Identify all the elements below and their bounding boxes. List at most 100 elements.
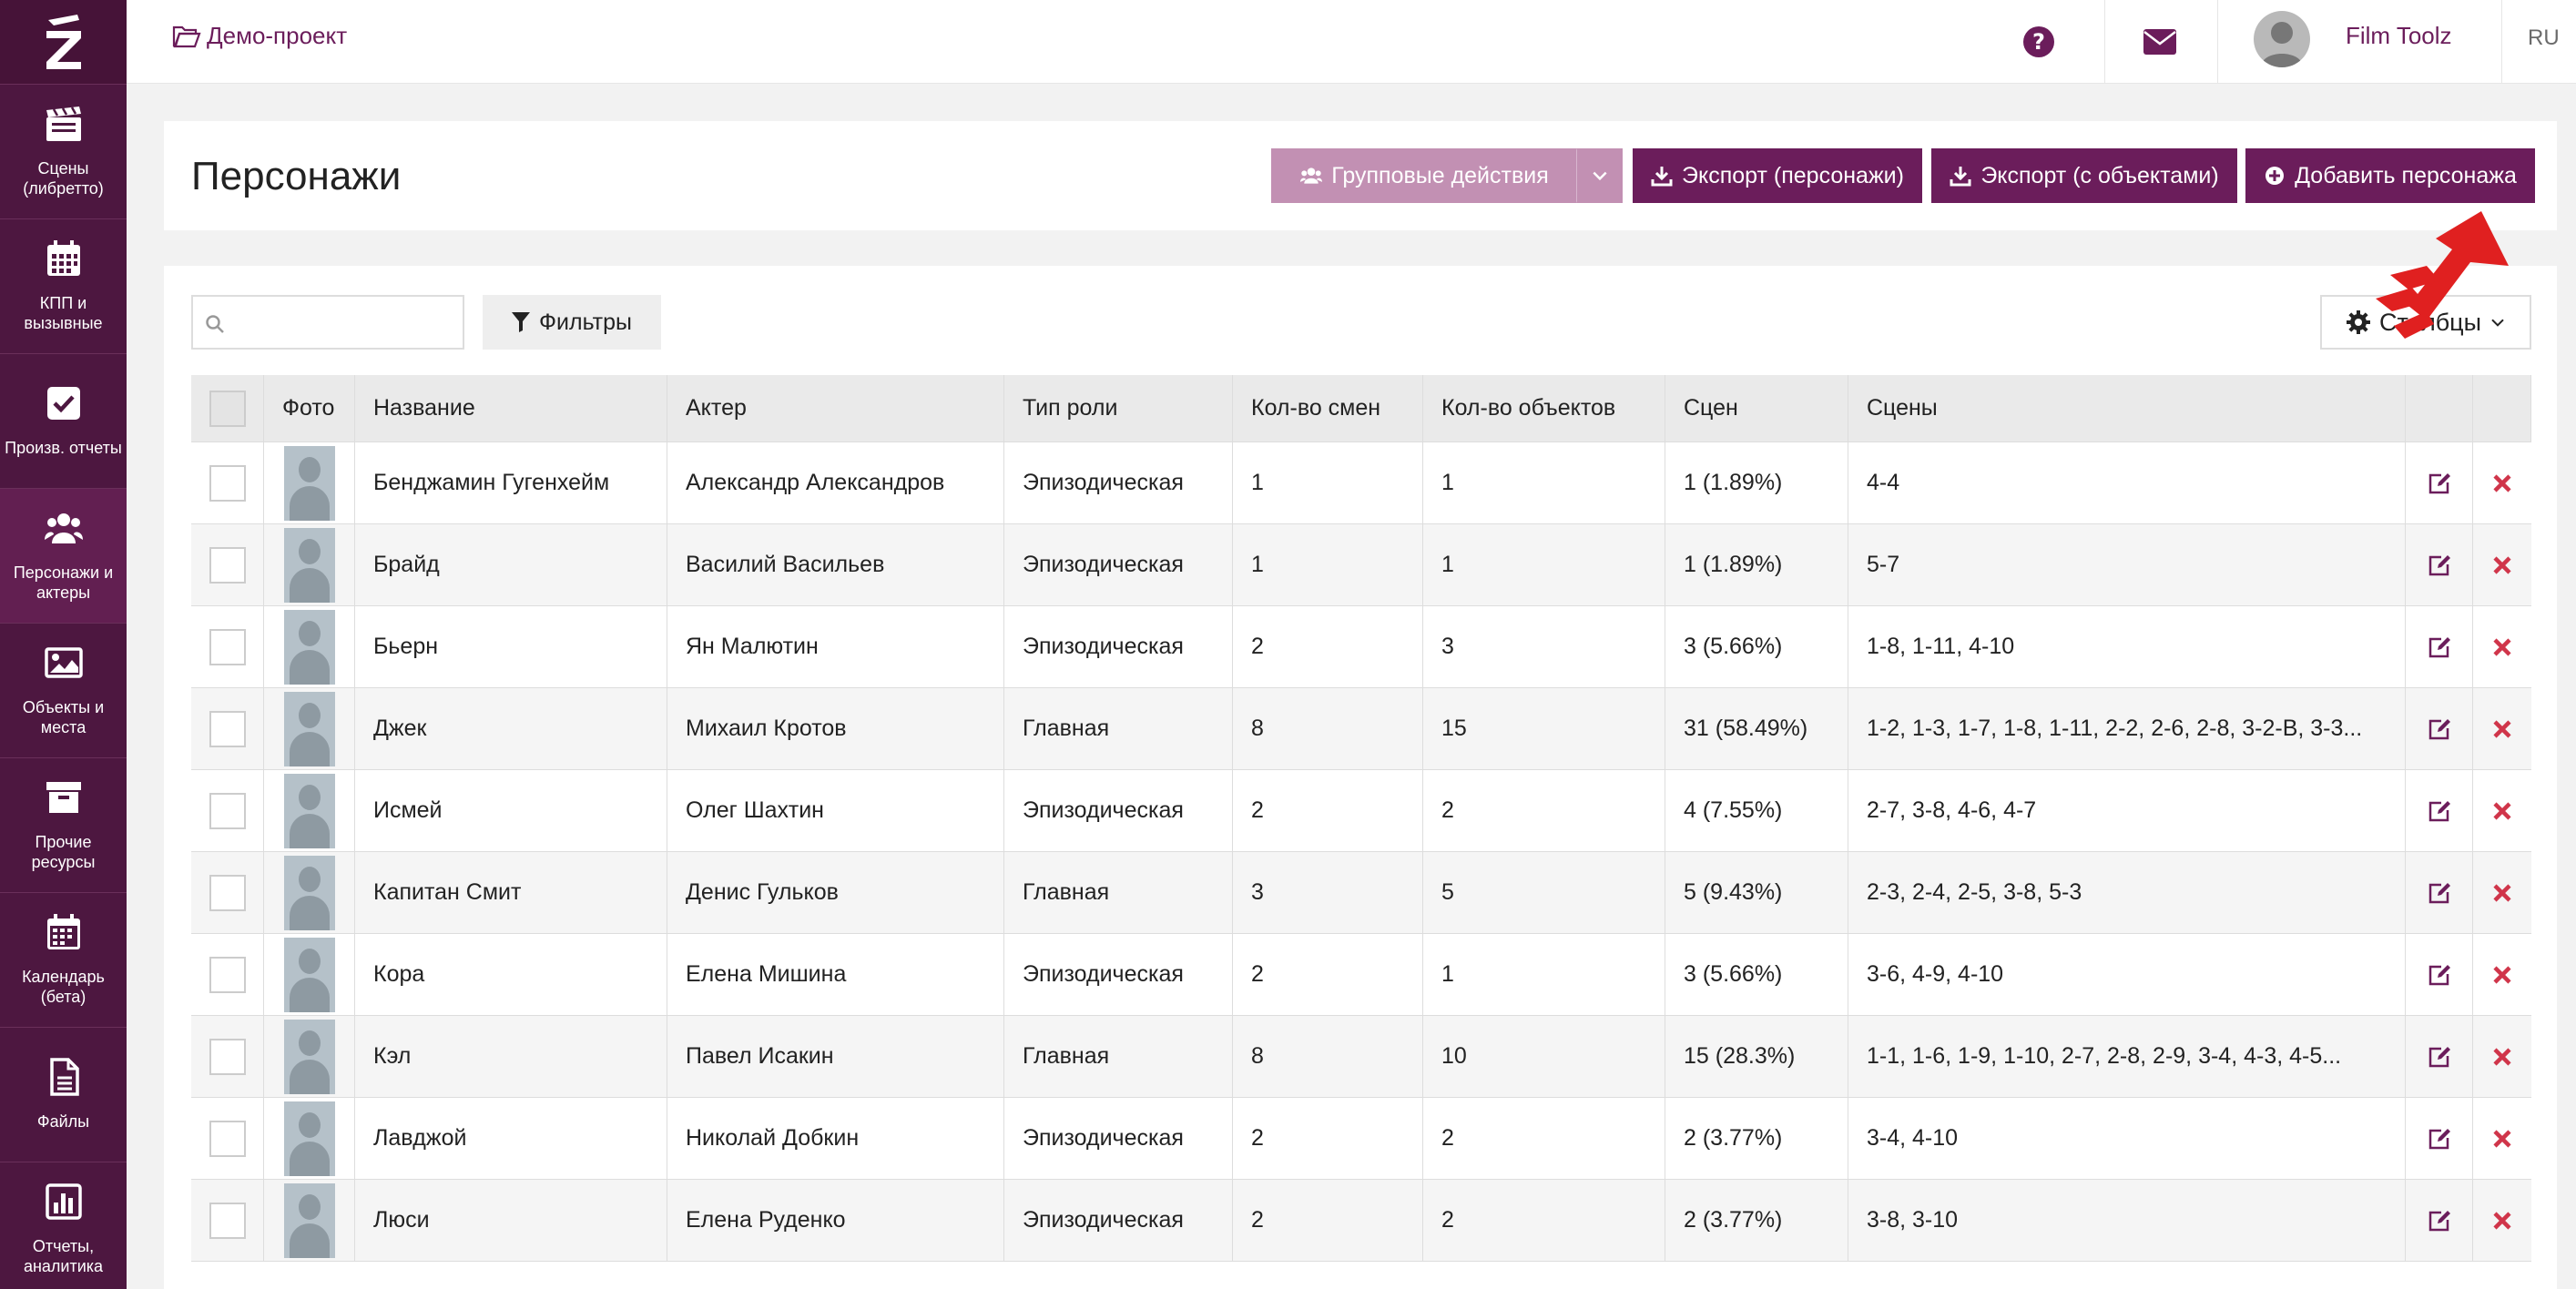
edit-button[interactable] [2406, 442, 2473, 523]
table-row[interactable]: Бенджамин Гугенхейм Александр Александров… [191, 442, 2531, 524]
search-input[interactable] [233, 304, 452, 340]
download-icon [1950, 167, 1971, 187]
delete-button[interactable] [2473, 688, 2531, 769]
delete-button[interactable] [2473, 524, 2531, 605]
edit-icon [2428, 1128, 2450, 1149]
column-header[interactable]: Кол-во объектов [1423, 375, 1665, 442]
cell-role: Главная [1004, 852, 1233, 933]
delete-button[interactable] [2473, 1180, 2531, 1261]
users-icon [1300, 167, 1323, 184]
sidebar-item[interactable]: Отчеты, аналитика [0, 1162, 127, 1289]
edit-button[interactable] [2406, 524, 2473, 605]
sidebar-item[interactable]: Объекты и места [0, 623, 127, 757]
delete-button[interactable] [2473, 606, 2531, 687]
sidebar-item[interactable]: Произв. отчеты [0, 353, 127, 488]
table-row[interactable]: Кэл Павел Исакин Главная 8 10 15 (28.3%) 1-1, … [191, 1016, 2531, 1098]
sidebar-item[interactable]: Персонажи и актеры [0, 488, 127, 623]
group-actions-dropdown[interactable] [1577, 148, 1623, 203]
table-row[interactable]: Кора Елена Мишина Эпизодическая 2 1 3 (5.66%)… [191, 934, 2531, 1016]
avatar-placeholder-icon [283, 1019, 335, 1094]
edit-button[interactable] [2406, 606, 2473, 687]
row-checkbox[interactable] [209, 628, 246, 665]
sidebar-item[interactable]: Сцены (либретто) [0, 84, 127, 218]
group-actions-button[interactable]: Групповые действия [1271, 148, 1577, 203]
column-header[interactable]: Фото [264, 375, 355, 442]
table-row[interactable]: Джек Михаил Кротов Главная 8 15 31 (58.49%) 1-… [191, 688, 2531, 770]
red-arrow-pointer-icon [2376, 211, 2509, 339]
row-checkbox[interactable] [209, 792, 246, 829]
row-checkbox[interactable] [209, 1120, 246, 1157]
delete-button[interactable] [2473, 442, 2531, 523]
cell-shifts: 2 [1233, 770, 1423, 851]
column-header[interactable]: Сцены [1848, 375, 2406, 442]
delete-button[interactable] [2473, 1016, 2531, 1097]
row-select-cell [191, 770, 264, 851]
cell-actor: Василий Васильев [667, 524, 1004, 605]
edit-button[interactable] [2406, 1098, 2473, 1179]
column-header[interactable]: Актер [667, 375, 1004, 442]
table-row[interactable]: Капитан Смит Денис Гульков Главная 3 5 5 (9.4… [191, 852, 2531, 934]
sidebar-item-label: Файлы [36, 1112, 90, 1131]
sidebar-item-label: Персонажи и актеры [13, 563, 114, 602]
delete-button[interactable] [2473, 770, 2531, 851]
user-name[interactable]: Film Toolz [2346, 22, 2452, 50]
search-box[interactable] [191, 295, 464, 350]
column-header[interactable]: Сцен [1665, 375, 1848, 442]
export-objects-button[interactable]: Экспорт (с объектами) [1931, 148, 2237, 203]
cell-objects: 15 [1423, 688, 1665, 769]
column-header[interactable]: Кол-во смен [1233, 375, 1423, 442]
app-logo[interactable] [0, 0, 127, 84]
table-row[interactable]: Брайд Василий Васильев Эпизодическая 1 1 1 (1… [191, 524, 2531, 606]
sidebar-item[interactable]: Файлы [0, 1027, 127, 1162]
export-characters-button[interactable]: Экспорт (персонажи) [1633, 148, 1922, 203]
add-character-button[interactable]: Добавить персонажа [2245, 148, 2535, 203]
column-header[interactable]: Название [355, 375, 667, 442]
help-button[interactable]: ? [1984, 0, 2093, 84]
avatar-placeholder-icon [283, 855, 335, 930]
row-checkbox[interactable] [209, 1038, 246, 1075]
sidebar-item-label: Календарь (бета) [22, 968, 105, 1006]
row-select-cell [191, 606, 264, 687]
sidebar-item-label: Произв. отчеты [5, 439, 122, 457]
delete-button[interactable] [2473, 852, 2531, 933]
table-row[interactable]: Бьерн Ян Малютин Эпизодическая 2 3 3 (5.66%) 1… [191, 606, 2531, 688]
edit-button[interactable] [2406, 1180, 2473, 1261]
column-header[interactable]: Тип роли [1004, 375, 1233, 442]
edit-button[interactable] [2406, 688, 2473, 769]
project-link[interactable]: Демо-проект [172, 22, 347, 50]
edit-button[interactable] [2406, 770, 2473, 851]
sidebar-item[interactable]: КПП и вызывные [0, 218, 127, 353]
user-avatar[interactable] [2254, 11, 2310, 67]
row-checkbox[interactable] [209, 956, 246, 993]
row-checkbox[interactable] [209, 710, 246, 747]
cell-role: Главная [1004, 1016, 1233, 1097]
search-icon [206, 315, 224, 333]
row-checkbox[interactable] [209, 1202, 246, 1239]
row-checkbox[interactable] [209, 464, 246, 502]
envelope-icon [2143, 29, 2176, 55]
project-name[interactable]: Демо-проект [207, 22, 347, 50]
cell-role: Эпизодическая [1004, 1180, 1233, 1261]
calendar-grid-icon [45, 239, 83, 293]
close-icon [2493, 1129, 2511, 1148]
select-all-checkbox[interactable] [209, 390, 246, 427]
language-switch[interactable]: RU [2528, 25, 2560, 51]
table-row[interactable]: Лавджой Николай Добкин Эпизодическая 2 2 2 (3… [191, 1098, 2531, 1180]
table-row[interactable]: Исмей Олег Шахтин Эпизодическая 2 2 4 (7.55%)… [191, 770, 2531, 852]
cell-shifts: 1 [1233, 524, 1423, 605]
messages-button[interactable] [2105, 0, 2215, 84]
delete-button[interactable] [2473, 1098, 2531, 1179]
sidebar-item[interactable]: Календарь (бета) [0, 892, 127, 1027]
edit-button[interactable] [2406, 934, 2473, 1015]
delete-button[interactable] [2473, 934, 2531, 1015]
cell-actor: Павел Исакин [667, 1016, 1004, 1097]
edit-button[interactable] [2406, 1016, 2473, 1097]
row-checkbox[interactable] [209, 546, 246, 584]
row-checkbox[interactable] [209, 874, 246, 911]
filters-button[interactable]: Фильтры [483, 295, 661, 350]
cell-scenes: 1-2, 1-3, 1-7, 1-8, 1-11, 2-2, 2-6, 2-8,… [1848, 688, 2406, 769]
cell-objects: 10 [1423, 1016, 1665, 1097]
table-row[interactable]: Люси Елена Руденко Эпизодическая 2 2 2 (3.77%… [191, 1180, 2531, 1262]
edit-button[interactable] [2406, 852, 2473, 933]
sidebar-item[interactable]: Прочие ресурсы [0, 757, 127, 892]
